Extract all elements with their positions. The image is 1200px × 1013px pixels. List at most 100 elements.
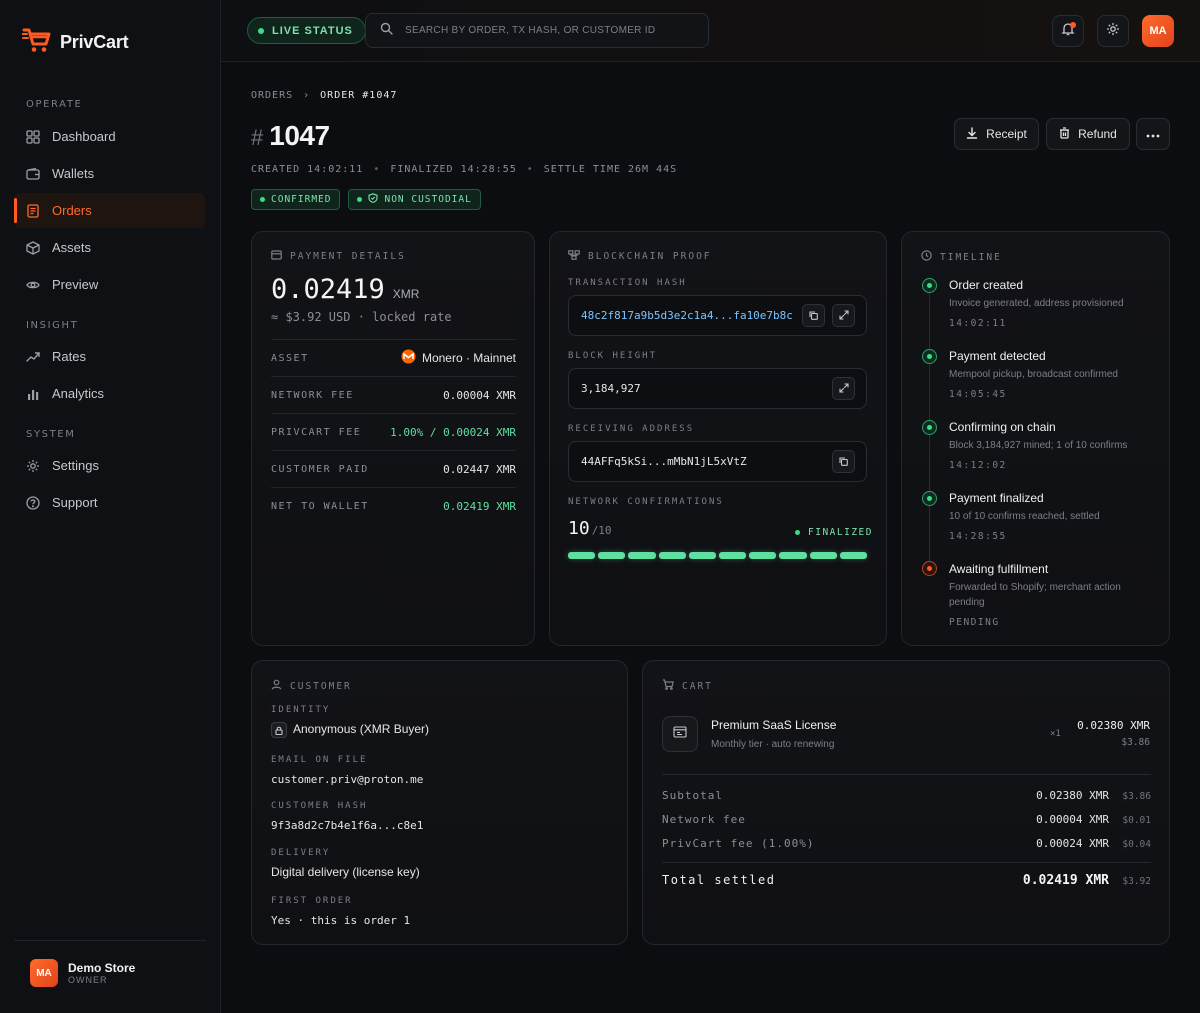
- row-usd: $0.04: [1122, 839, 1151, 850]
- sidebar-item-support[interactable]: Support: [14, 485, 205, 520]
- search-icon: [380, 22, 393, 40]
- expand-button[interactable]: [832, 377, 855, 400]
- card-title: TIMELINE: [921, 250, 1002, 264]
- product-subtitle: Monthly tier · auto renewing: [711, 739, 835, 750]
- sidebar-item-settings[interactable]: Settings: [14, 448, 205, 483]
- identity-text: Anonymous (XMR Buyer): [293, 722, 430, 737]
- divider: [662, 862, 1151, 863]
- page-title: # 1047: [251, 120, 330, 152]
- amount-value: 0.02419: [271, 274, 385, 305]
- grid-icon: [26, 129, 40, 144]
- summary-row-network-fee: Network fee 0.00004 XMR $0.01: [662, 813, 1151, 826]
- confirmation-segment: [809, 552, 837, 559]
- first-order-value: Yes · this is order 1: [271, 914, 411, 927]
- blockchain-proof-card: BLOCKCHAIN PROOF TRANSACTION HASH 48c2f8…: [549, 231, 887, 646]
- sidebar-item-label: Support: [52, 495, 98, 510]
- lock-icon: [271, 722, 287, 738]
- gear-icon: [1106, 22, 1120, 41]
- profile-avatar[interactable]: MA: [1142, 15, 1174, 47]
- confirmation-segment: [568, 552, 596, 559]
- trend-icon: [26, 350, 40, 364]
- eye-icon: [26, 278, 40, 292]
- window-icon: [673, 725, 687, 743]
- customer-card: CUSTOMER IDENTITY Anonymous (XMR Buyer) …: [251, 660, 628, 945]
- refund-icon: [1059, 126, 1070, 142]
- order-hash-symbol: #: [251, 125, 264, 150]
- user-card[interactable]: MA Demo Store OWNER: [14, 940, 206, 987]
- breadcrumb-orders[interactable]: ORDERS: [251, 90, 293, 101]
- product-name[interactable]: Premium SaaS License: [711, 718, 836, 732]
- clock-icon: [921, 250, 932, 264]
- row-value: 0.02447 XMR: [443, 462, 516, 476]
- nav-section-insight: INSIGHT: [26, 320, 79, 331]
- sidebar-item-orders[interactable]: Orders: [14, 193, 205, 228]
- amount-unit: XMR: [392, 287, 420, 301]
- sidebar-item-assets[interactable]: Assets: [14, 230, 205, 265]
- payment-details-card: PAYMENT DETAILS 0.02419 XMR ≈ $3.92 USD …: [251, 231, 535, 646]
- expand-button[interactable]: [832, 304, 855, 327]
- payment-row-asset: ASSET Monero · Mainnet: [271, 339, 516, 376]
- product-thumbnail: [662, 716, 698, 752]
- tx-hash-value[interactable]: 48c2f817a9b5d3e2c1a4...fa10e7b8c: [581, 309, 793, 322]
- help-icon: [26, 495, 40, 510]
- confirmation-segment: [719, 552, 747, 559]
- row-key: PRIVCART FEE: [271, 426, 362, 438]
- block-height-value: 3,184,927: [581, 382, 641, 395]
- timeline-event-time: PENDING: [949, 617, 1000, 628]
- search-box[interactable]: [365, 13, 709, 48]
- timeline-event-time: 14:28:55: [949, 531, 1007, 542]
- live-status-badge[interactable]: LIVE STATUS: [247, 17, 366, 44]
- brand-name: PrivCart: [60, 32, 129, 52]
- sidebar-item-analytics[interactable]: Analytics: [14, 376, 205, 411]
- sidebar-item-preview[interactable]: Preview: [14, 267, 205, 302]
- timeline-node-pending: [922, 561, 937, 576]
- copy-button[interactable]: [832, 450, 855, 473]
- notifications-button[interactable]: [1052, 15, 1084, 47]
- timeline-event-desc: Mempool pickup, broadcast confirmed: [949, 369, 1118, 380]
- copy-button[interactable]: [802, 304, 825, 327]
- receiving-address-value: 44AFFq5kSi...mMbN1jL5xVtZ: [581, 455, 747, 468]
- search-input[interactable]: [405, 25, 695, 36]
- wallet-icon: [26, 167, 40, 181]
- more-actions-button[interactable]: [1136, 118, 1170, 150]
- sidebar-item-wallets[interactable]: Wallets: [14, 156, 205, 191]
- confirmation-segment: [658, 552, 686, 559]
- gear-icon: [26, 459, 40, 473]
- card-title: PAYMENT DETAILS: [271, 250, 406, 263]
- brand-logo[interactable]: PrivCart: [21, 26, 129, 59]
- external-expand-icon: [838, 307, 849, 325]
- timeline-event-title: Payment finalized: [949, 491, 1044, 505]
- status-dot-icon: [258, 27, 264, 34]
- summary-row-privcart-fee: PrivCart fee (1.00%) 0.00024 XMR $0.04: [662, 837, 1151, 850]
- row-key: PrivCart fee (1.00%): [662, 837, 815, 850]
- sidebar-item-rates[interactable]: Rates: [14, 339, 205, 374]
- created-time: CREATED 14:02:11: [251, 164, 364, 175]
- row-value: 0.00004 XMR: [1036, 813, 1109, 826]
- timeline-event-time: 14:05:45: [949, 389, 1007, 400]
- row-key: Subtotal: [662, 789, 723, 802]
- timeline-node-done: [922, 420, 937, 435]
- confirmations-value: 10: [568, 518, 590, 539]
- sidebar-item-label: Analytics: [52, 386, 105, 401]
- sidebar-item-label: Assets: [52, 240, 92, 255]
- chain-icon: [568, 250, 580, 263]
- refund-button[interactable]: Refund: [1046, 118, 1130, 150]
- finalized-status: FINALIZED: [795, 527, 873, 538]
- receipt-button[interactable]: Receipt: [954, 118, 1039, 150]
- status-badge-non-custodial: NON CUSTODIAL: [348, 189, 481, 210]
- sidebar-item-dashboard[interactable]: Dashboard: [14, 119, 205, 154]
- settings-button[interactable]: [1097, 15, 1129, 47]
- sidebar-item-label: Dashboard: [52, 129, 116, 144]
- confirmation-segment: [779, 552, 807, 559]
- tx-hash-label: TRANSACTION HASH: [568, 278, 687, 288]
- confirmation-segment: [839, 552, 868, 559]
- summary-row-total: Total settled 0.02419 XMR $3.92: [662, 873, 1151, 888]
- total-usd: $3.92: [1122, 876, 1151, 887]
- status-dot-icon: [260, 197, 265, 202]
- first-order-label: FIRST ORDER: [271, 896, 353, 906]
- sidebar-item-label: Orders: [52, 203, 92, 218]
- row-key: NET TO WALLET: [271, 500, 369, 512]
- timeline-node-done: [922, 349, 937, 364]
- confirmation-segment: [628, 552, 656, 559]
- summary-row-subtotal: Subtotal 0.02380 XMR $3.86: [662, 789, 1151, 802]
